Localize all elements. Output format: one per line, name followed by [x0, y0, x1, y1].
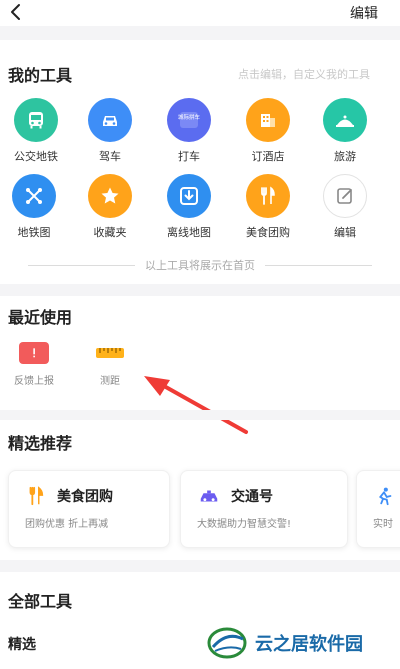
recent-ruler[interactable]: 测距 [80, 342, 140, 387]
tool-label: 旅游 [334, 150, 356, 163]
top-bar: 编辑 [0, 0, 400, 26]
feedback-icon [19, 342, 49, 364]
card-head [373, 485, 395, 507]
recent-label: 测距 [100, 376, 120, 387]
taxi-icon: 城际拼车 [167, 98, 211, 142]
star-icon [88, 174, 132, 218]
red-arrow-icon [144, 376, 248, 434]
watermark-text: 云之居软件园 [255, 634, 363, 655]
card-subtitle: 团购优惠 折上再减 [25, 519, 109, 530]
homepage-divider: 以上工具将展示在首页 [28, 257, 372, 273]
tool-travel[interactable]: 旅游 [313, 98, 377, 164]
ruler-icon [95, 342, 125, 364]
recent-title: 最近使用 [8, 308, 73, 327]
tool-label: 公交地铁 [14, 150, 58, 163]
tool-subway-map[interactable]: 地铁图 [2, 174, 66, 240]
police-car-icon [200, 490, 218, 502]
card-subtitle: 大数据助力智慧交警! [197, 519, 292, 530]
my-tools-hint: 点击编辑，自定义我的工具 [238, 68, 370, 81]
chevron-left-icon [11, 4, 20, 20]
tool-hotel[interactable]: 订酒店 [236, 98, 300, 164]
section-gap [0, 284, 400, 296]
subway-map-icon [12, 174, 56, 218]
divider-text: 以上工具将展示在首页 [145, 259, 255, 272]
card-title: 美食团购 [57, 489, 113, 505]
tool-drive[interactable]: 驾车 [78, 98, 142, 164]
my-tools-title: 我的工具 [8, 66, 73, 85]
watermark: 云之居软件园 [205, 620, 395, 666]
travel-icon [323, 98, 367, 142]
tool-label: 离线地图 [167, 226, 211, 239]
edit-icon [323, 174, 367, 218]
card-head: 交通号 [197, 485, 273, 507]
card-subtitle: 实时 [373, 519, 393, 530]
bus-icon [14, 98, 58, 142]
hotel-icon [246, 98, 290, 142]
tool-label: 美食团购 [246, 226, 290, 239]
tool-label: 订酒店 [251, 150, 285, 163]
section-gap [0, 410, 400, 420]
featured-card-food[interactable]: 美食团购 团购优惠 折上再减 [8, 470, 170, 548]
section-gap [0, 560, 400, 572]
watermark-logo-icon [207, 627, 247, 659]
tool-favorites[interactable]: 收藏夹 [78, 174, 142, 240]
card-title: 交通号 [231, 489, 273, 505]
divider-line [28, 264, 135, 266]
edit-button[interactable]: 编辑 [350, 3, 378, 23]
featured-card-traffic[interactable]: 交通号 大数据助力智慧交警! [180, 470, 348, 548]
tool-label: 收藏夹 [93, 226, 127, 239]
food-icon [246, 174, 290, 218]
tool-label: 打车 [178, 150, 200, 163]
featured-card-partial[interactable]: 实时 [356, 470, 400, 548]
runner-icon [378, 487, 392, 506]
back-button[interactable] [6, 2, 26, 22]
tool-food-group[interactable]: 美食团购 [236, 174, 300, 240]
tool-offline-map[interactable]: 离线地图 [157, 174, 221, 240]
card-head: 美食团购 [25, 485, 113, 507]
all-tools-subtitle: 精选 [8, 637, 36, 653]
section-gap [0, 26, 400, 40]
tool-bus-subway[interactable]: 公交地铁 [4, 98, 68, 164]
download-icon [167, 174, 211, 218]
recent-label: 反馈上报 [14, 376, 54, 387]
featured-title: 精选推荐 [8, 434, 73, 453]
tool-label: 地铁图 [17, 226, 51, 239]
tool-taxi[interactable]: 城际拼车 打车 [157, 98, 221, 164]
tool-label: 驾车 [99, 150, 121, 163]
taxi-icon-text: 城际拼车 [178, 113, 201, 121]
tool-label: 编辑 [334, 226, 356, 239]
divider-line [265, 264, 372, 266]
food-icon [29, 486, 44, 506]
tool-edit[interactable]: 编辑 [313, 174, 377, 240]
car-icon [88, 98, 132, 142]
recent-feedback[interactable]: 反馈上报 [4, 342, 64, 387]
all-tools-title: 全部工具 [8, 592, 73, 611]
